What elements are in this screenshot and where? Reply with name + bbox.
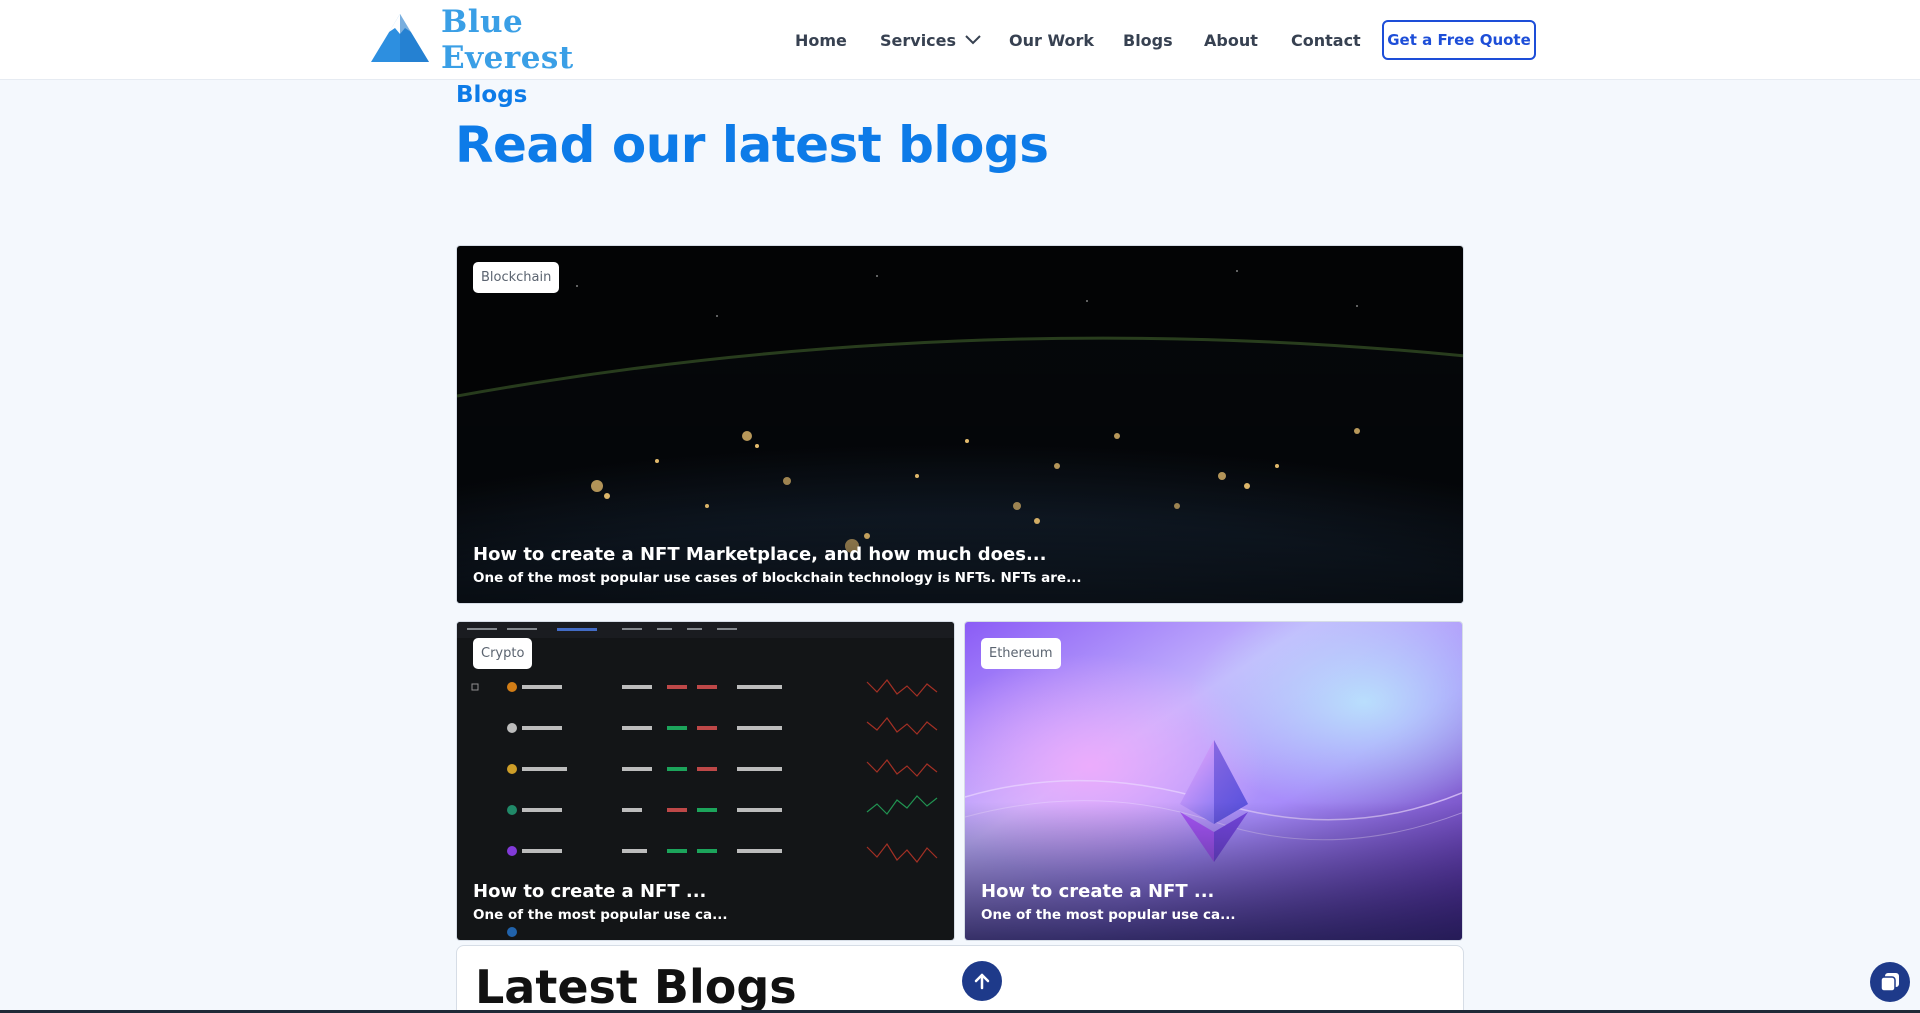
nav-our-work[interactable]: Our Work (1009, 31, 1094, 50)
mountain-logo-icon (369, 12, 431, 68)
blog-card-excerpt: One of the most popular use cases of blo… (473, 570, 1082, 586)
blog-card-excerpt: One of the most popular use ca... (473, 907, 728, 923)
nav-home[interactable]: Home (795, 31, 847, 50)
blog-card-title: How to create a NFT Marketplace, and how… (473, 544, 1047, 565)
blog-card-excerpt: One of the most popular use ca... (981, 907, 1236, 923)
nav-blogs[interactable]: Blogs (1123, 31, 1173, 50)
page-title: Read our latest blogs (455, 116, 1049, 174)
nav-services[interactable]: Services (880, 31, 982, 50)
category-tag[interactable]: Crypto (473, 638, 533, 669)
get-quote-button[interactable]: Get a Free Quote (1382, 20, 1536, 60)
blog-card-crypto[interactable]: Crypto How to create a NFT ... One of th… (456, 621, 955, 941)
nav-services-label: Services (880, 30, 957, 50)
scroll-to-top-button[interactable] (962, 961, 1002, 1001)
section-eyebrow: Blogs (456, 82, 528, 108)
blog-card-title: How to create a NFT ... (473, 881, 707, 902)
chevron-down-icon (965, 35, 981, 45)
logo-text: Blue Everest (441, 4, 574, 76)
site-header: Blue Everest Home Services Our Work Blog… (0, 0, 1920, 80)
chat-icon (1880, 973, 1899, 992)
site-logo[interactable]: Blue Everest (369, 4, 639, 76)
blog-card-ethereum[interactable]: Ethereum How to create a NFT ... One of … (964, 621, 1463, 941)
latest-blogs-heading: Latest Blogs (475, 960, 797, 1013)
blog-card-title: How to create a NFT ... (981, 881, 1215, 902)
arrow-up-icon (974, 973, 990, 990)
latest-blogs-section: Latest Blogs (456, 945, 1464, 1013)
nav-about[interactable]: About (1204, 31, 1258, 50)
chat-widget-button[interactable] (1870, 962, 1910, 1002)
blog-card-featured[interactable]: Blockchain How to create a NFT Marketpla… (456, 245, 1464, 604)
category-tag[interactable]: Ethereum (981, 638, 1061, 669)
nav-contact[interactable]: Contact (1291, 31, 1361, 50)
category-tag[interactable]: Blockchain (473, 262, 560, 293)
